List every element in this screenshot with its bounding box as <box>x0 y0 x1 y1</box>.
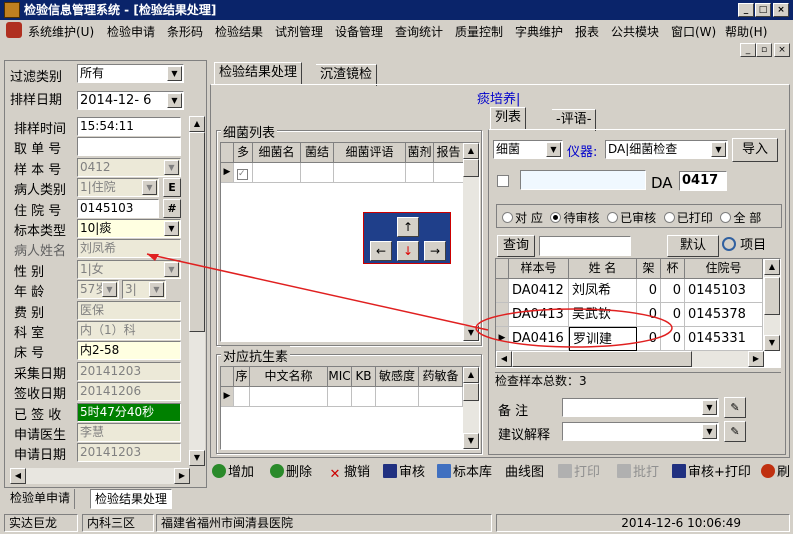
plus-icon <box>212 464 226 478</box>
minus-icon <box>270 464 284 478</box>
delete-button[interactable]: 删除 <box>270 463 312 483</box>
undo-button[interactable]: ✕ 撤销 <box>328 463 370 483</box>
audit-button[interactable]: 审核 <box>383 463 425 483</box>
library-icon <box>437 464 451 478</box>
print-button[interactable]: 打印 <box>558 463 600 483</box>
save-icon <box>383 464 397 478</box>
status-org: 福建省福州市闽清县医院 <box>156 514 492 532</box>
specimen-library-button[interactable]: 标本库 <box>437 463 492 483</box>
annotation-arrowhead <box>147 254 159 261</box>
status-time: 2014-12-6 10:06:49 <box>496 514 790 532</box>
curve-button[interactable]: 曲线图 <box>505 463 544 483</box>
save-icon <box>672 464 686 478</box>
refresh-button[interactable]: 刷 <box>761 463 790 483</box>
annotation-overlay <box>146 253 673 348</box>
bottom-tab-request[interactable]: 检验单申请 <box>6 489 76 509</box>
annotation-ellipse <box>475 308 673 348</box>
add-button[interactable]: 增加 <box>212 463 254 483</box>
batch-print-button[interactable]: 批打 <box>617 463 659 483</box>
status-dept: 内科三区 <box>82 514 154 532</box>
audit-print-button[interactable]: 审核+打印 <box>672 463 751 483</box>
refresh-icon <box>761 464 775 478</box>
printer-icon <box>617 464 631 478</box>
bottom-tab-result[interactable]: 检验结果处理 <box>90 489 173 509</box>
printer-icon <box>558 464 572 478</box>
status-user: 实达巨龙 <box>4 514 78 532</box>
annotation-arrow-line <box>146 253 489 331</box>
cross-icon: ✕ <box>329 467 341 482</box>
